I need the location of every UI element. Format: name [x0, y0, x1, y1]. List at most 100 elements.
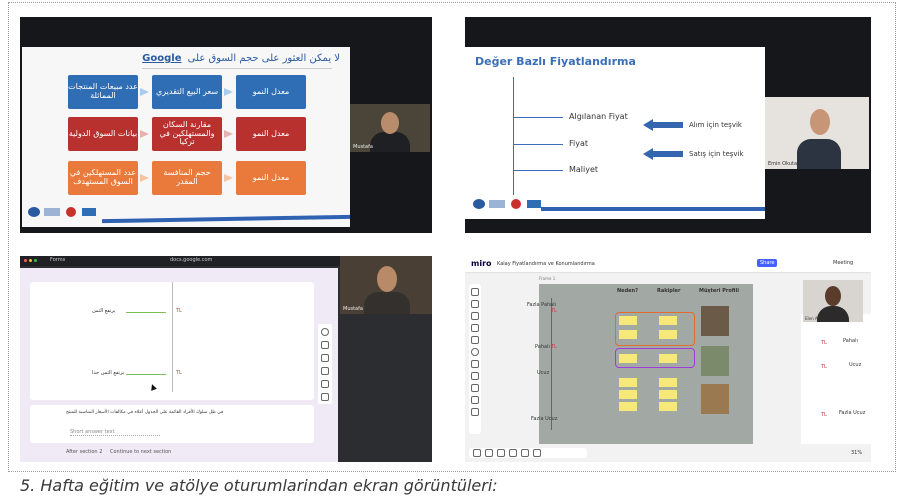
connector-tool-icon[interactable] [471, 360, 479, 368]
box-target-consumers: عدد المستهلكين في السوق المستهدف [68, 161, 138, 195]
customer-photo [701, 346, 729, 376]
panel-market-size-slide: لا يمكن العثور على حجم السوق على Google … [20, 17, 432, 233]
board-list-icon[interactable] [485, 449, 493, 457]
tl-mark: TL [551, 308, 557, 314]
text-tool-icon[interactable] [471, 324, 479, 332]
upload-tool-icon[interactable] [471, 396, 479, 404]
more-tools-icon[interactable] [471, 408, 479, 416]
column-header-why: Neden? [617, 288, 639, 294]
person-head [377, 266, 397, 292]
partner-logo-icon [82, 208, 96, 216]
import-icon[interactable] [321, 341, 329, 349]
sticky-note[interactable] [619, 402, 637, 411]
tl-mark: TL [176, 308, 182, 314]
miro-frame: Frame 1 Neden? Rakipler Müşteri Profili [539, 276, 753, 444]
shape-tool-icon[interactable] [471, 348, 479, 356]
miro-left-toolbar [469, 284, 481, 434]
meeting-button[interactable]: Meeting [833, 260, 853, 266]
person-body [370, 132, 410, 152]
comment-tool-icon[interactable] [471, 384, 479, 392]
miro-bottom-toolbar [469, 448, 587, 458]
panel-google-forms: Forms docs.google.com يرتفع الثمن TL يرت… [20, 256, 432, 462]
sticky-note-tool-icon[interactable] [471, 336, 479, 344]
arrow-right [224, 88, 233, 96]
section-navigation-select[interactable]: Continue to next section [110, 449, 171, 455]
box-estimated-competition: حجم المنافسة المقدر [152, 161, 222, 195]
arrow-left-sell-incentive [643, 148, 683, 160]
board-title[interactable]: Kalay Fiyatlandırma ve Konumlandırma [497, 261, 595, 267]
arrow-right [140, 174, 149, 182]
frame-label: Frame 1 [539, 276, 556, 281]
box-population-comparison: مقارنة السكان والمستهلكين في تركيا [152, 117, 222, 151]
ilo-logo-icon [473, 199, 485, 209]
browser-tab-bar: Forms docs.google.com [20, 256, 340, 266]
row-label-expensive: Pahalı [535, 344, 550, 350]
sticky-note[interactable] [619, 378, 637, 387]
question-card: في ظل سلوك الأفراد القائمة على الجدول أع… [30, 405, 314, 443]
image-icon[interactable] [321, 367, 329, 375]
timer-icon[interactable] [533, 449, 541, 457]
scale-line-very-high [126, 374, 166, 375]
pen-tool-icon[interactable] [471, 372, 479, 380]
participant-name: Mustafa [353, 144, 373, 150]
ilo-logo-icon [28, 207, 40, 217]
group-outline [615, 348, 695, 368]
figure-caption: 5. Hafta eğitim ve atölye oturumlarindan… [20, 476, 498, 495]
browser-tab[interactable]: Forms [50, 257, 65, 263]
title-icon[interactable] [321, 354, 329, 362]
slide-title-arabic: لا يمكن العثور على حجم السوق على [187, 53, 340, 64]
arrow-right [140, 130, 149, 138]
crescent-logo-icon [66, 207, 76, 217]
scale-line-high [126, 312, 166, 313]
add-question-icon[interactable] [321, 328, 329, 336]
person-body [364, 292, 410, 314]
arrow-right [140, 88, 149, 96]
mouse-cursor-icon [149, 383, 157, 391]
value-pricing-slide: Değer Bazlı Fiyatlandırma Algılanan Fiya… [465, 47, 765, 219]
template-tool-icon[interactable] [471, 312, 479, 320]
webcam-participant: Mustafa [350, 104, 430, 152]
share-button[interactable]: Share [757, 259, 778, 267]
miro-topbar: miro Kalay Fiyatlandırma ve Konumlandırm… [465, 256, 871, 273]
price-axis-line [551, 298, 552, 430]
frame-tool-icon[interactable] [471, 300, 479, 308]
axis-tick [513, 170, 563, 171]
miro-logo[interactable]: miro [471, 259, 492, 268]
grid-icon[interactable] [473, 449, 481, 457]
select-tool-icon[interactable] [471, 288, 479, 296]
axis-tick [513, 117, 563, 118]
tl-mark: TL [551, 344, 557, 350]
customer-photo [701, 384, 729, 414]
miro-right-canvas: Pahalı TL Ucuz TL Fazla Ucuz TL [801, 314, 871, 444]
right-row-expensive: Pahalı [843, 338, 858, 344]
tl-mark: TL [821, 364, 827, 370]
video-icon[interactable] [509, 449, 517, 457]
section-icon[interactable] [321, 393, 329, 401]
answer-field[interactable]: Short answer text [70, 429, 160, 436]
person-head [381, 112, 399, 134]
browser-url[interactable]: docs.google.com [170, 257, 212, 263]
chat-icon[interactable] [497, 449, 505, 457]
row-label-cheap: Ucuz [537, 370, 550, 376]
arrow-left-buy-incentive [643, 119, 683, 131]
slide-footer-logos [28, 205, 128, 219]
form-toolbar [318, 324, 332, 404]
box-growth-rate: معدل النمو [236, 161, 306, 195]
zoom-level[interactable]: 31% [851, 450, 862, 456]
webcam-participant: Mustafa [340, 256, 432, 314]
right-row-very-cheap: Fazla Ucuz [839, 410, 866, 416]
partner-logo-icon [527, 200, 541, 208]
panel-miro-board: miro Kalay Fiyatlandırma ve Konumlandırm… [465, 256, 871, 462]
box-growth-rate: معدل النمو [236, 75, 306, 109]
sticky-note[interactable] [659, 378, 677, 387]
column-header-competitors: Rakipler [657, 288, 681, 294]
present-icon[interactable] [521, 449, 529, 457]
box-estimated-price: سعر البيع التقديري [152, 75, 222, 109]
video-icon[interactable] [321, 380, 329, 388]
sticky-note[interactable] [659, 390, 677, 399]
arrow-right [224, 174, 233, 182]
sticky-note[interactable] [659, 402, 677, 411]
row-label-very-cheap: Fazla Ucuz [531, 416, 558, 422]
scale-label-high: يرتفع الثمن [92, 308, 116, 314]
sticky-note[interactable] [619, 390, 637, 399]
